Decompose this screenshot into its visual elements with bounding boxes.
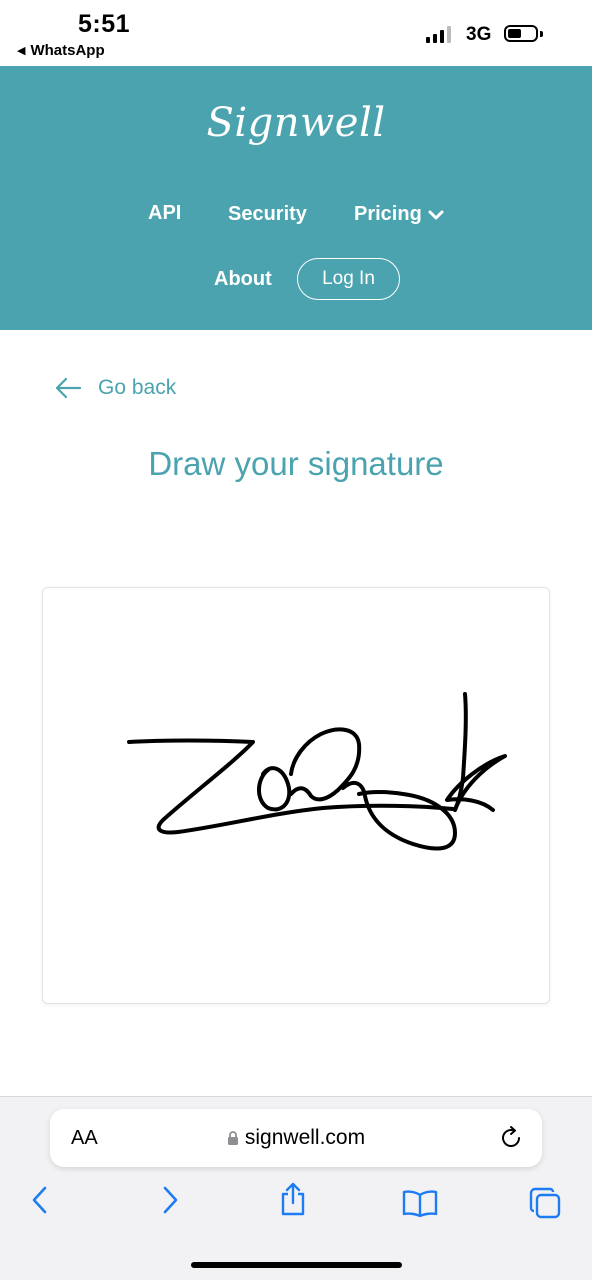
network-type: 3G [466, 24, 492, 45]
go-back-link[interactable]: Go back [54, 376, 176, 400]
nav-api-link[interactable]: API [148, 202, 181, 225]
url-text: signwell.com [244, 1126, 366, 1149]
site-header: Signwell API Security Pricing About Log … [0, 66, 592, 330]
reload-icon[interactable] [498, 1125, 524, 1151]
signature-canvas[interactable] [42, 587, 550, 1004]
go-back-label: Go back [98, 376, 177, 399]
signwell-logo[interactable]: Signwell [0, 100, 592, 146]
tabs-icon[interactable] [528, 1186, 562, 1220]
login-button[interactable]: Log In [297, 258, 400, 300]
signature-drawing [127, 692, 507, 851]
battery-icon [504, 25, 538, 42]
nav-pricing-dropdown[interactable]: Pricing [354, 203, 444, 226]
home-indicator [191, 1262, 402, 1268]
nav-about-link[interactable]: About [214, 268, 272, 291]
nav-pricing-label: Pricing [354, 203, 422, 225]
back-app-label: WhatsApp [30, 42, 105, 59]
status-time: 5:51 [78, 10, 131, 38]
address-bar[interactable]: AA signwell.com [50, 1109, 542, 1167]
battery-cap [540, 31, 543, 37]
share-icon[interactable] [279, 1181, 307, 1217]
url-display[interactable]: signwell.com [50, 1126, 542, 1150]
browser-toolbar: AA signwell.com [0, 1096, 592, 1280]
safari-forward-icon[interactable] [160, 1185, 180, 1215]
bookmarks-icon[interactable] [402, 1189, 438, 1217]
signal-strength-icon [426, 25, 451, 43]
back-triangle-icon: ◀ [17, 45, 26, 57]
lock-icon [227, 1131, 238, 1146]
safari-back-icon[interactable] [30, 1185, 50, 1215]
status-bar: 5:51 ◀ WhatsApp 3G [0, 0, 592, 66]
back-arrow-icon [55, 377, 82, 399]
page-title: Draw your signature [148, 445, 444, 482]
nav-security-link[interactable]: Security [228, 203, 307, 226]
back-to-app-link[interactable]: ◀ WhatsApp [17, 42, 105, 59]
chevron-down-icon [428, 210, 444, 219]
